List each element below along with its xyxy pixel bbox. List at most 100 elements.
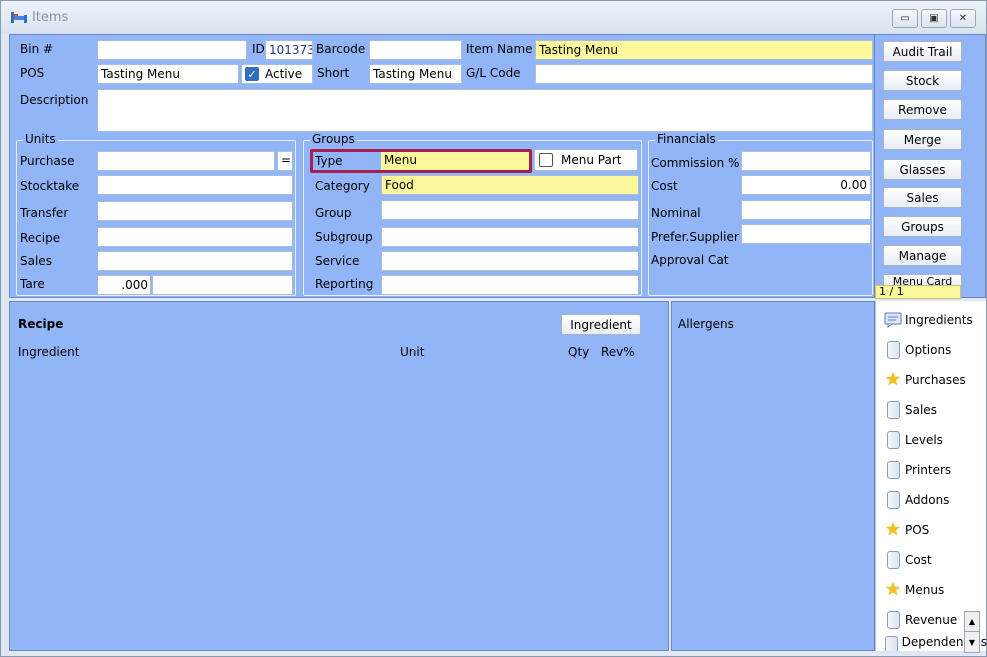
tab-levels[interactable]: Levels [876,425,987,455]
tab-label: Purchases [905,373,966,387]
scroll-down-icon[interactable]: ▼ [965,632,979,652]
id-field: 101373 [265,40,313,60]
ingredient-button[interactable]: Ingredient [561,314,641,335]
equals-button[interactable]: = [277,151,293,171]
qty-column-header: Qty [568,345,590,359]
menu-part-label: Menu Part [561,153,622,167]
group-label: Group [315,206,352,220]
comment-icon [884,310,902,330]
barcode-field[interactable] [369,40,462,60]
sales-unit-label: Sales [20,254,52,268]
ingredient-column-header: Ingredient [18,345,80,359]
tab-label: Levels [905,433,943,447]
short-field[interactable]: Tasting Menu [369,64,462,84]
stocktake-field[interactable] [97,175,293,195]
active-checkbox[interactable]: ✓ Active [241,64,313,84]
tare-field[interactable]: .000 [97,275,151,295]
glasses-button[interactable]: Glasses [883,159,962,180]
tabs-scrollbar[interactable]: ▲ ▼ [964,611,980,653]
document-icon [884,490,902,510]
purchase-field[interactable] [97,151,275,171]
tab-options[interactable]: Options [876,335,987,365]
audit-trail-button[interactable]: Audit Trail [883,41,962,62]
subgroup-label: Subgroup [315,230,373,244]
groups-button[interactable]: Groups [883,216,962,237]
close-button[interactable]: ✕ [950,9,976,28]
document-icon [884,635,899,651]
actions-column: Audit Trail Stock Remove Merge Glasses S… [875,34,986,299]
sales-button[interactable]: Sales [883,187,962,208]
commission-field[interactable] [741,151,871,171]
tab-addons[interactable]: Addons [876,485,987,515]
nominal-field[interactable] [741,200,871,220]
checkmark-icon: ✓ [245,67,259,81]
tab-sales[interactable]: Sales [876,395,987,425]
transfer-label: Transfer [20,206,69,220]
merge-button[interactable]: Merge [883,129,962,150]
bin-field[interactable] [97,40,247,60]
category-field[interactable]: Food [381,175,639,195]
transfer-field[interactable] [97,201,293,221]
stocktake-label: Stocktake [20,179,80,193]
financials-title: Financials [655,132,718,146]
active-label: Active [265,67,303,81]
short-label: Short [317,66,350,80]
unit-column-header: Unit [400,345,425,359]
tab-printers[interactable]: Printers [876,455,987,485]
tab-label: Revenue [905,613,958,627]
item-name-field[interactable]: Tasting Menu [535,40,873,60]
recipe-unit-field[interactable] [97,227,293,247]
recipe-panel: Recipe Ingredient Ingredient Unit Qty Re… [9,301,669,651]
maximize-button[interactable]: ▣ [921,9,947,28]
commission-label: Commission % [651,156,740,170]
approval-cat-label: Approval Cat [651,253,729,267]
bed-icon [11,12,27,23]
reporting-label: Reporting [315,277,374,291]
prefer-supplier-label: Prefer.Supplier [651,230,739,244]
stock-button[interactable]: Stock [883,70,962,91]
type-field[interactable]: Menu [381,152,529,170]
scroll-up-icon[interactable]: ▲ [965,612,979,632]
recipe-title: Recipe [18,317,64,331]
cost-label: Cost [651,179,678,193]
subgroup-field[interactable] [381,227,639,247]
document-icon [884,610,902,630]
tab-cost[interactable]: Cost [876,545,987,575]
tare-extra-field [152,275,293,295]
pos-label: POS [20,66,45,80]
tab-label: Addons [905,493,950,507]
document-icon [884,430,902,450]
remove-button[interactable]: Remove [883,99,962,120]
menu-part-checkbox[interactable]: Menu Part [534,149,638,171]
service-label: Service [315,254,360,268]
tab-label: Printers [905,463,952,477]
manage-button[interactable]: Manage [883,245,962,266]
tab-ingredients[interactable]: Ingredients [876,305,987,335]
bin-label: Bin # [20,42,54,56]
item-name-label: Item Name [466,42,533,56]
tab-purchases[interactable]: ★ Purchases [876,365,987,395]
item-details-panel: Bin # ID 101373 Barcode Item Name Tastin… [9,34,875,298]
star-icon: ★ [884,369,902,390]
pos-field[interactable]: Tasting Menu [97,64,239,84]
tab-menus[interactable]: ★ Menus [876,575,987,605]
purchase-label: Purchase [20,154,75,168]
minimize-button[interactable]: ▭ [892,9,918,28]
description-field[interactable] [97,89,873,132]
minimize-icon: ▭ [900,13,910,24]
service-field[interactable] [381,251,639,271]
star-icon: ★ [884,579,902,600]
record-pager: 1 / 1 [875,285,961,299]
cost-field[interactable]: 0.00 [741,175,871,195]
tare-label: Tare [20,277,45,291]
allergens-panel: Allergens [671,301,875,651]
reporting-field[interactable] [381,275,639,295]
checkbox-box-icon [539,153,553,167]
gl-code-field[interactable] [535,64,873,84]
sales-unit-field[interactable] [97,251,293,271]
prefer-supplier-field[interactable] [741,224,871,244]
title-bar: Items ▭ ▣ ✕ [1,1,986,34]
side-tabs: Ingredients Options ★ Purchases Sales Lev… [875,301,987,651]
group-field[interactable] [381,200,639,220]
tab-pos[interactable]: ★ POS [876,515,987,545]
